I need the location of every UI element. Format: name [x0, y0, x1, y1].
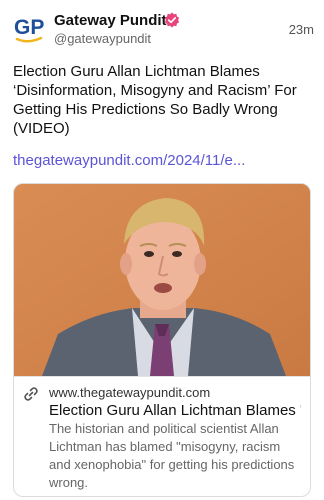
social-post: GP Gateway Pundit @gatewaypundit 23m Ele…: [0, 0, 324, 500]
preview-description: The historian and political scientist Al…: [49, 421, 295, 490]
link-icon: [24, 387, 38, 401]
post-header: GP Gateway Pundit @gatewaypundit 23m: [14, 10, 314, 50]
logo-text: GP: [14, 16, 44, 39]
post-timestamp[interactable]: 23m: [289, 22, 314, 37]
post-text: Election Guru Allan Lichtman Blames ‘Dis…: [13, 63, 297, 137]
gateway-pundit-logo[interactable]: GP: [14, 12, 44, 46]
preview-title[interactable]: Election Guru Allan Lichtman Blames '...: [49, 402, 301, 419]
preview-info[interactable]: www.thegatewaypundit.com Election Guru A…: [14, 376, 310, 496]
link-preview-card[interactable]: www.thegatewaypundit.com Election Guru A…: [13, 183, 311, 497]
portrait-illustration: [14, 184, 310, 376]
preview-domain: www.thegatewaypundit.com: [49, 385, 211, 400]
preview-image[interactable]: [14, 184, 310, 376]
author-handle[interactable]: @gatewaypundit: [54, 31, 151, 46]
verified-badge-icon: [164, 12, 180, 28]
post-link[interactable]: thegatewaypundit.com/2024/11/e...: [13, 152, 313, 169]
author-name[interactable]: Gateway Pundit: [54, 12, 167, 29]
